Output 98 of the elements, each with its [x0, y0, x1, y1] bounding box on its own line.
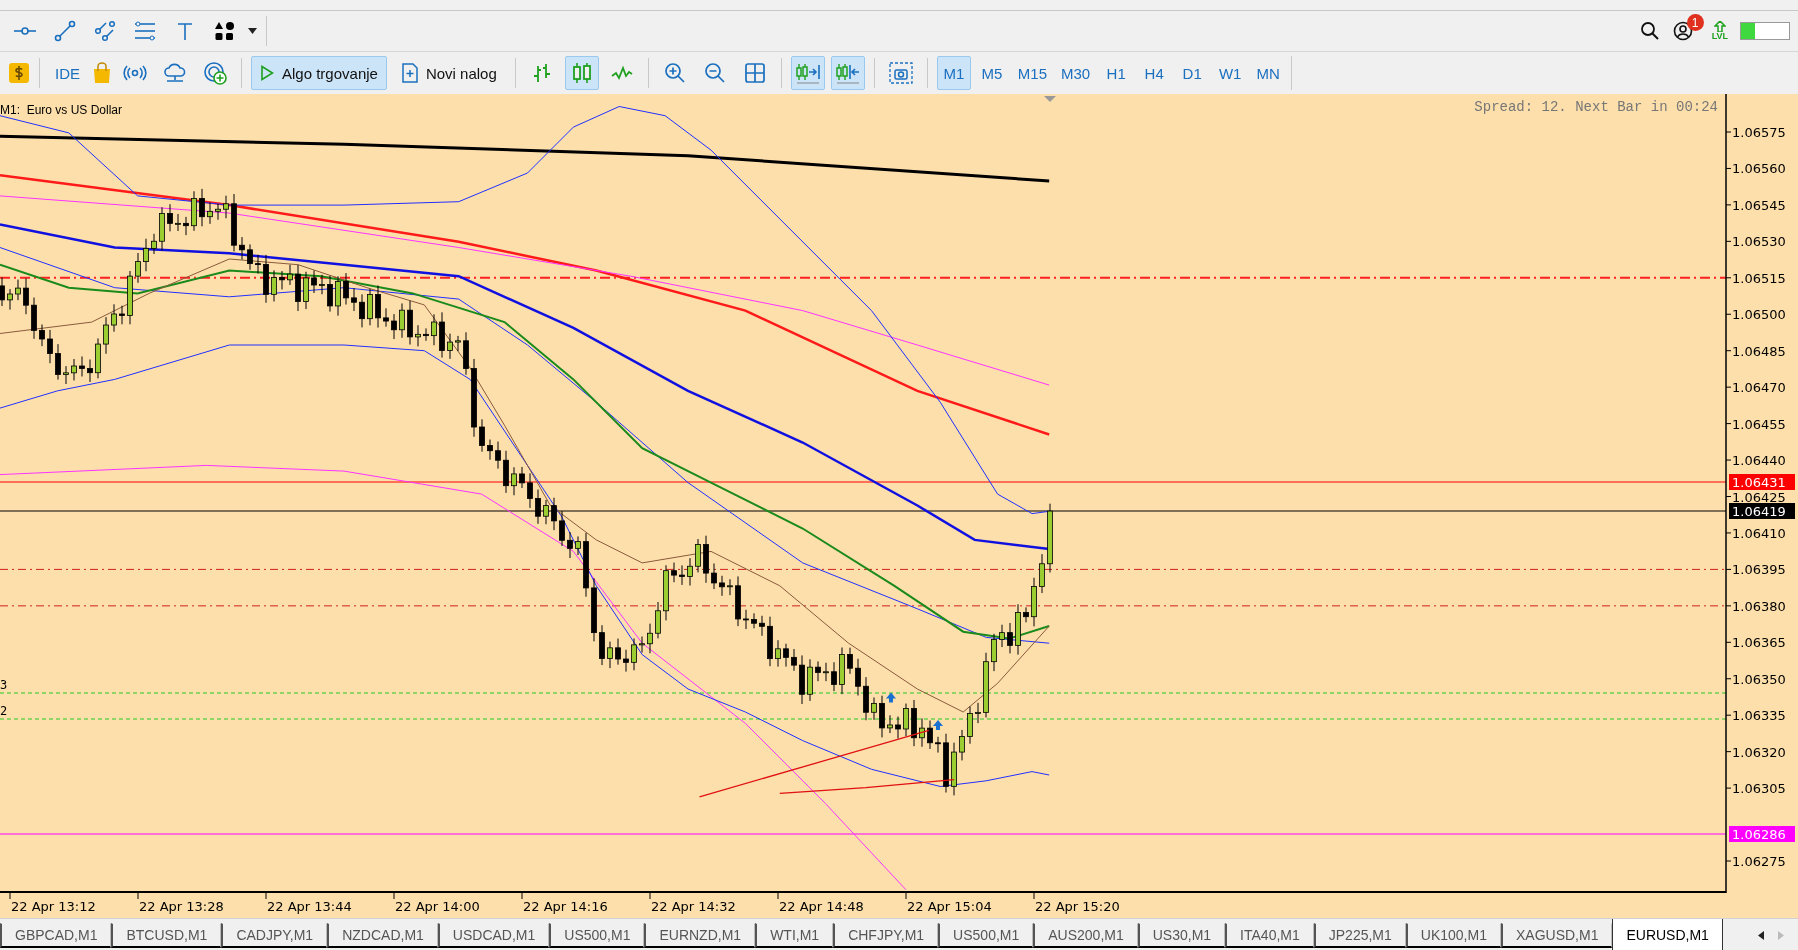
- notification-badge: 1: [1686, 14, 1704, 31]
- chart-type-button[interactable]: [564, 56, 599, 90]
- symbol-tab[interactable]: EURNZD,M1: [644, 923, 756, 948]
- time-tick-label: 22 Apr 13:44: [267, 899, 352, 914]
- search-icon[interactable]: [1639, 21, 1660, 41]
- signal-broadcast-icon[interactable]: [123, 65, 147, 81]
- symbol-tab[interactable]: JP225,M1: [1313, 923, 1406, 948]
- price-tick-label: 1.06455: [1732, 416, 1786, 432]
- time-tick-label: 22 Apr 13:12: [11, 899, 96, 914]
- symbol-tab[interactable]: GBPCAD,M1: [0, 923, 112, 948]
- timeframe-button[interactable]: D1: [1175, 56, 1210, 90]
- timeframe-button[interactable]: M30: [1056, 56, 1096, 90]
- price-tick-label: 1.06500: [1732, 307, 1786, 323]
- timeframe-button[interactable]: W1: [1213, 56, 1248, 90]
- symbol-tab[interactable]: UK100,M1: [1405, 923, 1501, 948]
- symbol-tab[interactable]: CADJPY,M1: [221, 923, 328, 948]
- timeframe-button[interactable]: MN: [1251, 56, 1286, 90]
- price-tick-label: 1.06365: [1732, 635, 1786, 651]
- price-tick-label: 1.06545: [1732, 197, 1786, 213]
- symbol-tab[interactable]: AUS200,M1: [1033, 923, 1138, 948]
- text-tool-icon[interactable]: [176, 21, 194, 41]
- chart-shift-icon: [834, 62, 861, 84]
- chart-caption: M1: Euro vs US Dollar: [0, 103, 123, 117]
- cloud-icon[interactable]: [163, 62, 187, 84]
- timeframe-button[interactable]: M15: [1012, 56, 1052, 90]
- symbol-tab[interactable]: NZDCAD,M1: [327, 923, 438, 948]
- symbol-tab[interactable]: EURUSD,M1: [1612, 919, 1723, 950]
- fibonacci-lines-icon[interactable]: [134, 21, 156, 41]
- price-tick-label: 1.06335: [1732, 708, 1786, 724]
- arrow-up-icon: [1713, 21, 1726, 32]
- price-tick-label: 1.06575: [1732, 125, 1786, 140]
- autoscroll-icon: [794, 62, 821, 84]
- price-tick-label: 1.06410: [1732, 525, 1786, 541]
- zoom-in-icon[interactable]: [663, 62, 686, 84]
- timeframe-button[interactable]: M1: [936, 56, 971, 90]
- price-tick-label: 1.06485: [1732, 343, 1786, 359]
- channel-icon[interactable]: [94, 20, 116, 42]
- candlestick-icon: [570, 62, 593, 84]
- chart-option-button[interactable]: [830, 56, 865, 90]
- symbol-tab[interactable]: ITA40,M1: [1225, 923, 1314, 948]
- price-tick-label: 1.06425: [1732, 489, 1786, 505]
- ide-button[interactable]: IDE: [49, 64, 86, 82]
- price-tick-label: 1.06320: [1732, 744, 1786, 760]
- price-line-label: 1.06286: [1732, 827, 1786, 842]
- algo-trading-button[interactable]: Algo trgovanje: [251, 56, 387, 90]
- trendline-icon[interactable]: [54, 20, 76, 42]
- price-tick-label: 1.06560: [1732, 161, 1786, 177]
- price-line-label: 1.06431: [1732, 475, 1786, 490]
- chart-option-button[interactable]: [790, 56, 825, 90]
- price-tick-label: 1.06530: [1732, 234, 1786, 250]
- timeframe-button[interactable]: M5: [974, 56, 1009, 90]
- price-tick-label: 1.06275: [1732, 854, 1786, 869]
- symbol-tab[interactable]: USDCAD,M1: [437, 923, 550, 948]
- chart-shift-marker-icon[interactable]: [1044, 96, 1056, 102]
- order-line-label: 3: [0, 678, 8, 692]
- line-chart-icon: [610, 64, 633, 82]
- symbol-tab[interactable]: US500,M1: [549, 923, 645, 948]
- time-tick-label: 22 Apr 15:20: [1035, 899, 1120, 914]
- shopping-bag-icon[interactable]: [92, 62, 112, 84]
- new-order-button[interactable]: Novi nalog: [392, 56, 506, 90]
- grid-icon[interactable]: [744, 63, 765, 83]
- time-tick-label: 22 Apr 14:00: [395, 899, 480, 914]
- symbol-tab[interactable]: US30,M1: [1137, 923, 1226, 948]
- arrow-up-icon: [933, 720, 943, 730]
- time-tick-label: 22 Apr 13:28: [139, 899, 224, 914]
- time-tick-label: 22 Apr 14:48: [779, 899, 864, 914]
- dollar-icon[interactable]: [8, 62, 30, 84]
- symbol-tab[interactable]: WTI,M1: [755, 923, 834, 948]
- time-tick-label: 22 Apr 15:04: [907, 899, 992, 914]
- caret-icon[interactable]: [248, 28, 257, 34]
- account-icon[interactable]: [1672, 21, 1693, 41]
- level-label: LVL: [1711, 32, 1728, 41]
- price-line-label: 1.06419: [1732, 504, 1786, 519]
- document-plus-icon: [401, 63, 418, 83]
- price-tick-label: 1.06395: [1732, 562, 1786, 578]
- order-line-label: 2: [0, 704, 8, 718]
- scroll-left-icon[interactable]: [1758, 931, 1764, 940]
- timeframe-button[interactable]: H4: [1137, 56, 1172, 90]
- screenshot-camera-icon[interactable]: [888, 62, 913, 84]
- zoom-out-icon[interactable]: [703, 62, 726, 84]
- symbol-tab[interactable]: US500,M1: [938, 923, 1034, 948]
- time-tick-label: 22 Apr 14:16: [523, 899, 608, 914]
- shapes-icon[interactable]: [214, 20, 236, 42]
- price-tick-label: 1.06305: [1732, 781, 1786, 797]
- price-tick-label: 1.06380: [1732, 598, 1786, 614]
- symbol-tab[interactable]: BTCUSD,M1: [111, 923, 222, 948]
- timeframe-button[interactable]: H1: [1099, 56, 1134, 90]
- symbol-tab[interactable]: CHFJPY,M1: [833, 923, 939, 948]
- time-tick-label: 22 Apr 14:32: [651, 899, 736, 914]
- price-tick-label: 1.06515: [1732, 270, 1786, 286]
- price-tick-label: 1.06350: [1732, 671, 1786, 687]
- target-plus-icon[interactable]: [203, 61, 227, 85]
- price-tick-label: 1.06440: [1732, 453, 1786, 469]
- price-tick-label: 1.06470: [1732, 380, 1786, 396]
- spread-info: Spread: 12. Next Bar in 00:24: [1474, 99, 1718, 115]
- arrow-up-icon: [886, 692, 896, 703]
- horizontal-line-icon[interactable]: [13, 25, 37, 37]
- play-icon: [260, 65, 274, 81]
